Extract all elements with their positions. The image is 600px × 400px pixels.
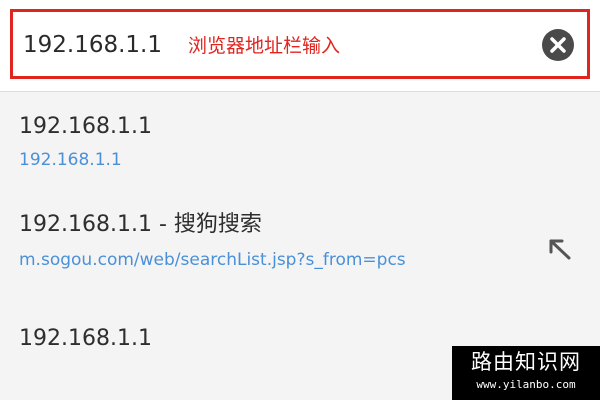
suggestion-title: 192.168.1.1 [19,326,152,351]
suggestion-title: 192.168.1.1 [19,114,152,139]
suggestion-url: m.sogou.com/web/searchList.jsp?s_from=pc… [19,250,406,270]
watermark-url: www.yilanbo.com [476,378,576,391]
suggestion-url: 192.168.1.1 [19,150,122,170]
address-bar-highlight-box[interactable]: 192.168.1.1 浏览器地址栏输入 [10,9,590,79]
suggestion-item[interactable]: 192.168.1.1 - 搜狗搜索 m.sogou.com/web/searc… [0,200,600,286]
suggestion-item[interactable]: 192.168.1.1 192.168.1.1 [0,100,600,180]
suggestion-title: 192.168.1.1 - 搜狗搜索 [19,212,262,237]
address-input[interactable]: 192.168.1.1 [23,30,162,60]
watermark-title: 路由知识网 [471,350,581,374]
close-icon [550,37,566,53]
address-bar-area: 192.168.1.1 浏览器地址栏输入 [0,0,600,92]
arrow-up-left-icon [549,239,571,260]
clear-button[interactable] [542,29,574,61]
site-watermark: 路由知识网 www.yilanbo.com [452,346,600,400]
address-bar-annotation: 浏览器地址栏输入 [188,35,341,57]
fill-suggestion-button[interactable] [545,236,573,264]
